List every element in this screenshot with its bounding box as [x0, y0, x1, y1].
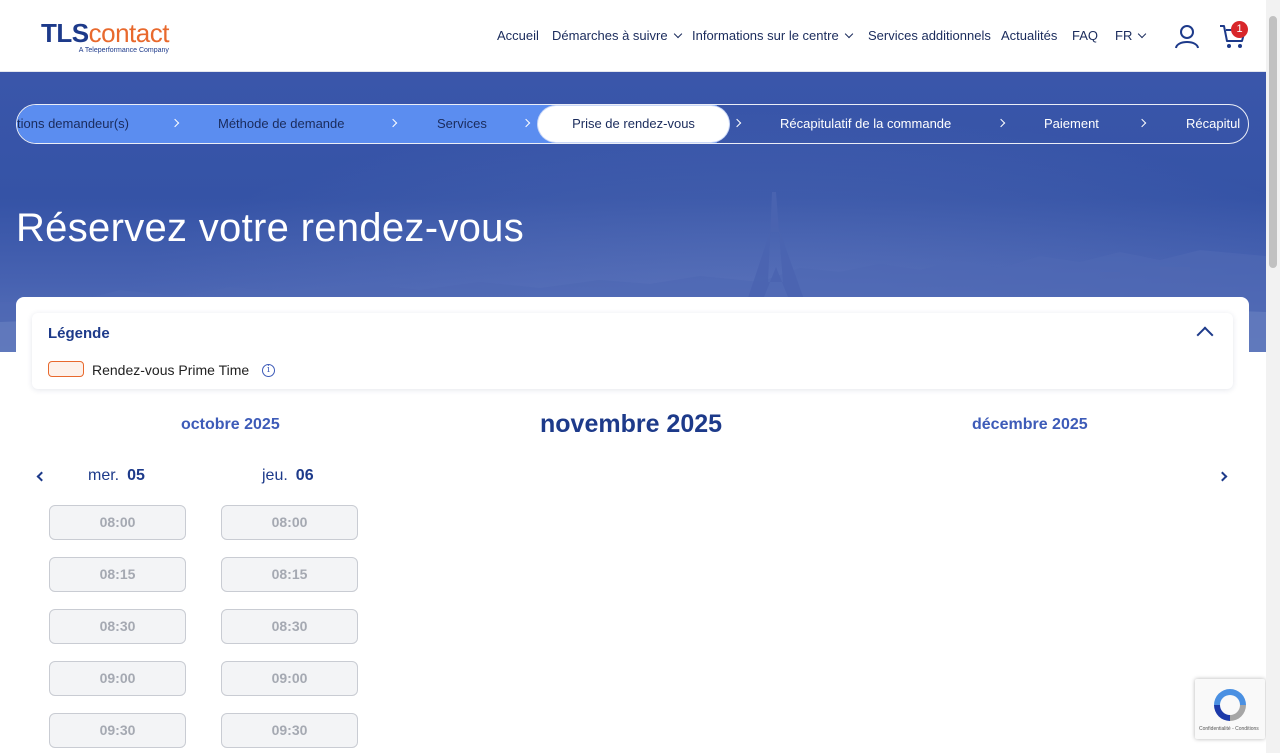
step-application-method[interactable]: Méthode de demande: [218, 105, 344, 143]
logo-tls-text: TLS: [41, 18, 89, 48]
chevron-down-icon: [844, 29, 853, 39]
nav-label: Informations sur le centre: [692, 28, 839, 43]
step-final-summary[interactable]: Récapitul: [1186, 105, 1240, 143]
time-slot-button[interactable]: 09:00: [221, 661, 358, 696]
cart-count-badge: 1: [1231, 21, 1248, 38]
day-header: mer. 05: [88, 467, 145, 485]
time-slot-button[interactable]: 08:15: [49, 557, 186, 592]
language-label: FR: [1115, 28, 1133, 43]
time-slot-button[interactable]: 09:30: [49, 713, 186, 748]
user-icon[interactable]: [1174, 23, 1200, 49]
info-icon[interactable]: i: [262, 364, 275, 377]
nav-faq[interactable]: FAQ: [1072, 28, 1098, 43]
language-selector[interactable]: FR: [1115, 28, 1147, 43]
page-title: Réservez votre rendez-vous: [16, 206, 525, 250]
time-slot-button[interactable]: 08:00: [49, 505, 186, 540]
day-number: 06: [295, 467, 314, 484]
chevron-up-icon[interactable]: [1196, 326, 1214, 344]
prime-time-swatch: [48, 361, 84, 377]
legend-title: Légende: [48, 325, 110, 342]
nav-label: Démarches à suivre: [552, 28, 668, 43]
tlscontact-logo[interactable]: TLScontact A Teleperformance Company: [41, 20, 169, 54]
nav-informations-centre[interactable]: Informations sur le centre: [692, 28, 853, 43]
scrollbar-thumb[interactable]: [1269, 16, 1277, 268]
logo-subtitle: A Teleperformance Company: [78, 47, 169, 54]
nav-actualites[interactable]: Actualités: [1001, 28, 1057, 43]
day-number: 05: [127, 467, 145, 484]
nav-label: FAQ: [1072, 28, 1099, 43]
day-header: jeu. 06: [262, 467, 314, 485]
nav-label: Services additionnels: [868, 28, 991, 43]
next-month-link[interactable]: décembre 2025: [972, 416, 1088, 434]
step-order-summary[interactable]: Récapitulatif de la commande: [780, 105, 951, 143]
chevron-down-icon: [1138, 29, 1147, 39]
nav-services-additionnels[interactable]: Services additionnels: [868, 28, 991, 43]
chevron-right-icon: [1137, 118, 1147, 128]
nav-label: Accueil: [497, 28, 539, 43]
legend-panel: Légende Rendez-vous Prime Time i: [32, 313, 1233, 389]
previous-month-link[interactable]: octobre 2025: [181, 416, 280, 434]
progress-stepper: tions demandeur(s) Méthode de demande Se…: [16, 104, 1249, 144]
step-appointment-active[interactable]: Prise de rendez-vous: [538, 106, 729, 142]
time-slot-button[interactable]: 08:30: [49, 609, 186, 644]
logo-contact-text: contact: [88, 18, 170, 48]
nav-accueil[interactable]: Accueil: [497, 28, 539, 43]
step-payment[interactable]: Paiement: [1044, 105, 1099, 143]
nav-label: Actualités: [1001, 28, 1058, 43]
recaptcha-icon: [1214, 689, 1246, 721]
step-services[interactable]: Services: [437, 105, 487, 143]
weekday-label: jeu.: [262, 467, 288, 484]
current-month-title: novembre 2025: [540, 410, 723, 438]
chevron-right-icon: [732, 118, 742, 128]
time-slot-button[interactable]: 09:00: [49, 661, 186, 696]
time-slot-button[interactable]: 08:15: [221, 557, 358, 592]
time-slot-button[interactable]: 09:30: [221, 713, 358, 748]
time-slot-button[interactable]: 08:30: [221, 609, 358, 644]
step-applicant-info[interactable]: tions demandeur(s): [17, 105, 129, 143]
prime-time-label: Rendez-vous Prime Time: [92, 362, 250, 378]
nav-demarches[interactable]: Démarches à suivre: [552, 28, 682, 43]
chevron-right-icon: [996, 118, 1006, 128]
time-slot-button[interactable]: 08:00: [221, 505, 358, 540]
chevron-down-icon: [673, 29, 682, 39]
recaptcha-links[interactable]: Confidentialité - Conditions: [1199, 726, 1259, 732]
recaptcha-badge[interactable]: Confidentialité - Conditions: [1195, 679, 1265, 739]
page-scrollbar[interactable]: [1266, 0, 1280, 753]
weekday-label: mer.: [88, 467, 120, 484]
